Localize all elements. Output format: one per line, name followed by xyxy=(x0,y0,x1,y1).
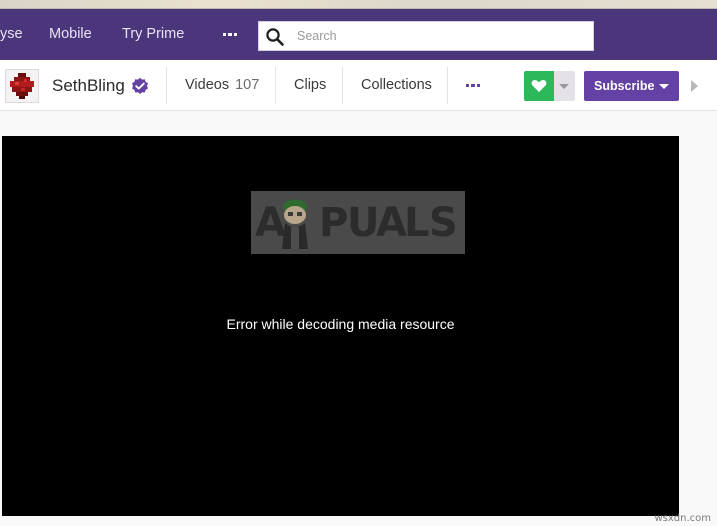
subscribe-label: Subscribe xyxy=(594,79,655,93)
tab-clips-label: Clips xyxy=(294,77,327,93)
tab-collections[interactable]: Collections xyxy=(361,60,432,111)
video-player[interactable]: A P U A L S Error while decoding media r… xyxy=(2,136,679,516)
search-icon[interactable] xyxy=(265,27,285,47)
top-navigation: yse Mobile Try Prime xyxy=(0,9,717,60)
follow-button[interactable] xyxy=(524,71,554,101)
tab-more-icon[interactable] xyxy=(463,60,483,111)
mascot-logo-icon xyxy=(282,199,308,249)
nav-mobile-link[interactable]: Mobile xyxy=(49,9,92,60)
channel-name[interactable]: SethBling xyxy=(52,60,125,111)
tab-videos-label: Videos xyxy=(185,77,230,93)
playback-error-message: Error while decoding media resource xyxy=(226,316,455,332)
tab-videos-count: 107 xyxy=(235,77,260,93)
browser-toolbar-edge xyxy=(0,0,717,9)
heart-icon xyxy=(531,79,547,92)
tab-videos[interactable]: Videos 107 xyxy=(185,60,259,111)
chevron-down-icon xyxy=(659,84,669,89)
divider xyxy=(447,67,448,104)
appuals-watermark-logo: A P U A L S xyxy=(251,191,465,254)
tab-collections-label: Collections xyxy=(361,77,432,93)
verified-check-icon xyxy=(132,77,148,94)
nav-browse-link[interactable]: yse xyxy=(0,9,23,60)
divider xyxy=(342,67,343,104)
redstone-avatar-icon xyxy=(10,73,34,99)
tab-clips[interactable]: Clips xyxy=(294,60,326,111)
site-credit: wsxdn.com xyxy=(654,513,711,524)
follow-options-chevron-down-icon[interactable] xyxy=(554,71,575,101)
scroll-right-arrow-icon[interactable] xyxy=(691,80,698,92)
nav-try-prime-link[interactable]: Try Prime xyxy=(122,9,184,60)
divider xyxy=(166,67,167,104)
nav-more-icon[interactable] xyxy=(218,9,242,60)
content-gap xyxy=(0,111,717,136)
search-box[interactable] xyxy=(258,21,594,51)
channel-avatar[interactable] xyxy=(5,69,39,103)
search-input[interactable] xyxy=(297,22,587,50)
divider xyxy=(275,67,276,104)
subscribe-button[interactable]: Subscribe xyxy=(584,71,679,101)
